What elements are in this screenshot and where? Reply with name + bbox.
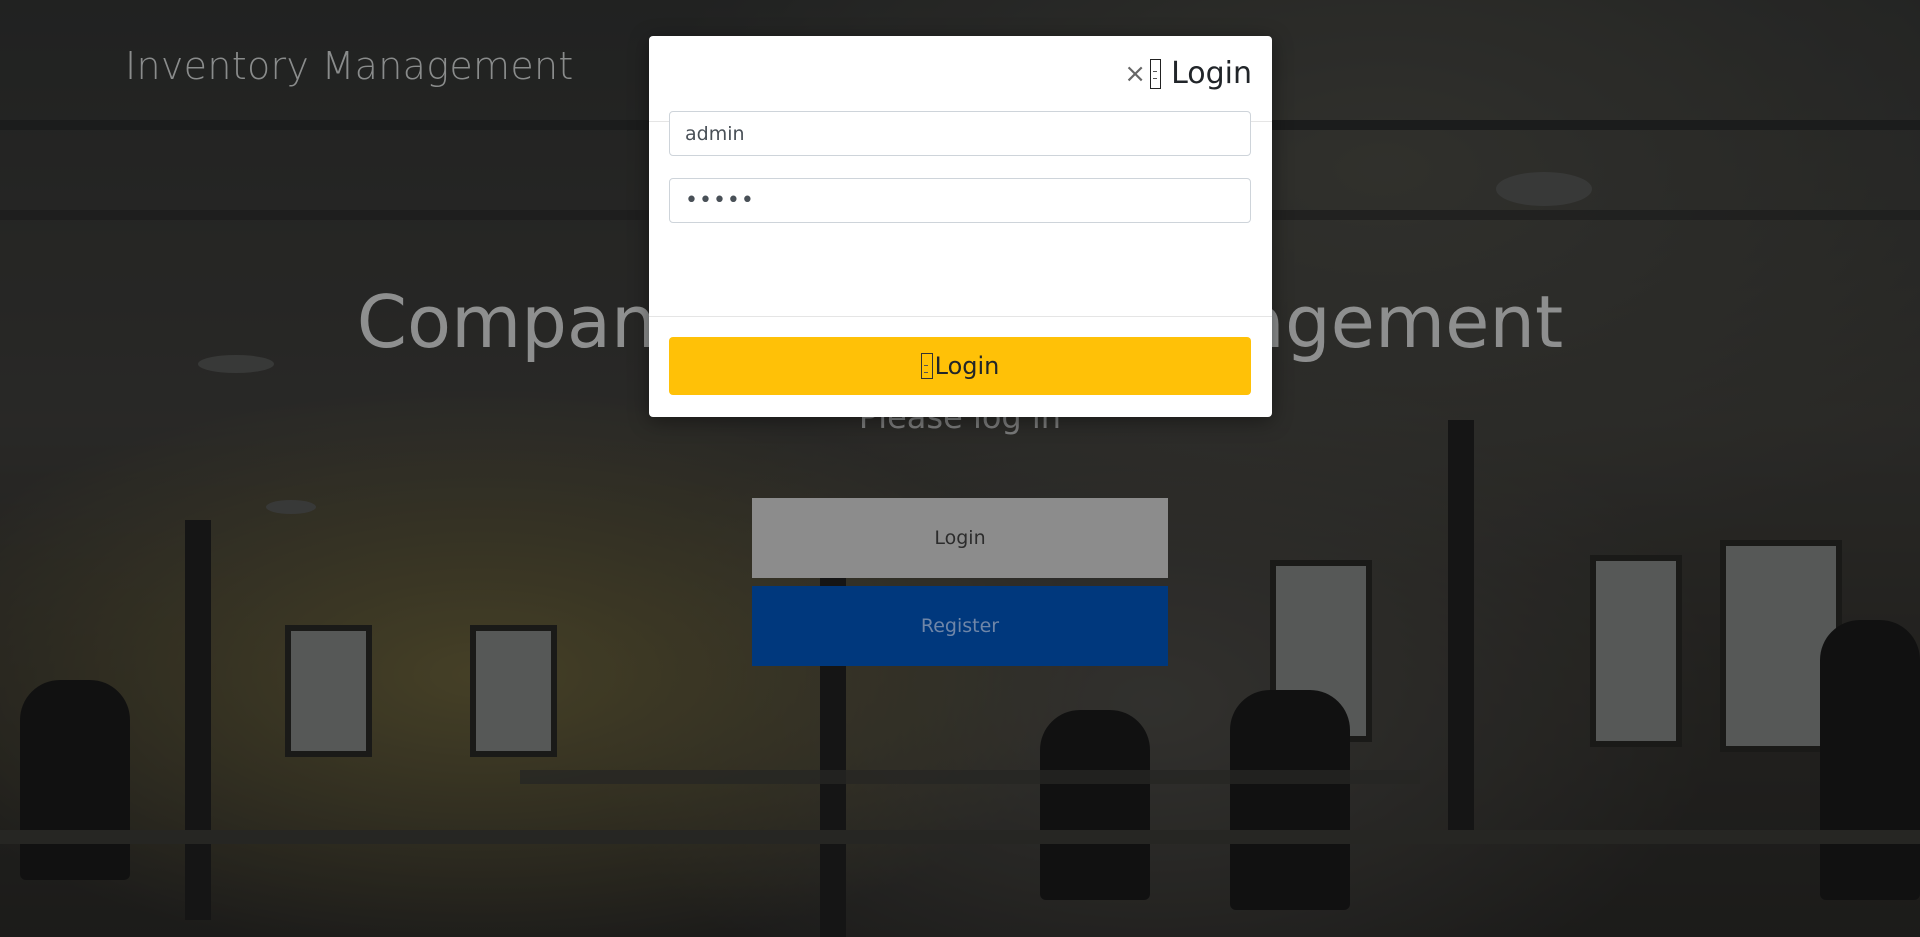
close-icon[interactable]: ×	[1124, 61, 1146, 87]
hero-register-button[interactable]: Register	[752, 586, 1168, 666]
password-input[interactable]	[669, 178, 1251, 223]
login-submit-label: Login	[934, 352, 1000, 380]
login-modal: × Login Login	[649, 36, 1272, 417]
site-title[interactable]: Inventory Management	[125, 44, 574, 88]
page: Inventory Management Company Inventory M…	[0, 0, 1920, 937]
sign-in-icon	[1150, 58, 1162, 89]
modal-header: × Login	[649, 36, 1272, 122]
modal-header-content: × Login	[1124, 56, 1252, 91]
sign-in-icon	[920, 353, 933, 379]
modal-footer: Login	[649, 316, 1272, 417]
modal-title: Login	[1171, 56, 1252, 91]
username-input[interactable]	[669, 111, 1251, 156]
login-submit-button[interactable]: Login	[669, 337, 1251, 395]
hero-login-button[interactable]: Login	[752, 498, 1168, 578]
